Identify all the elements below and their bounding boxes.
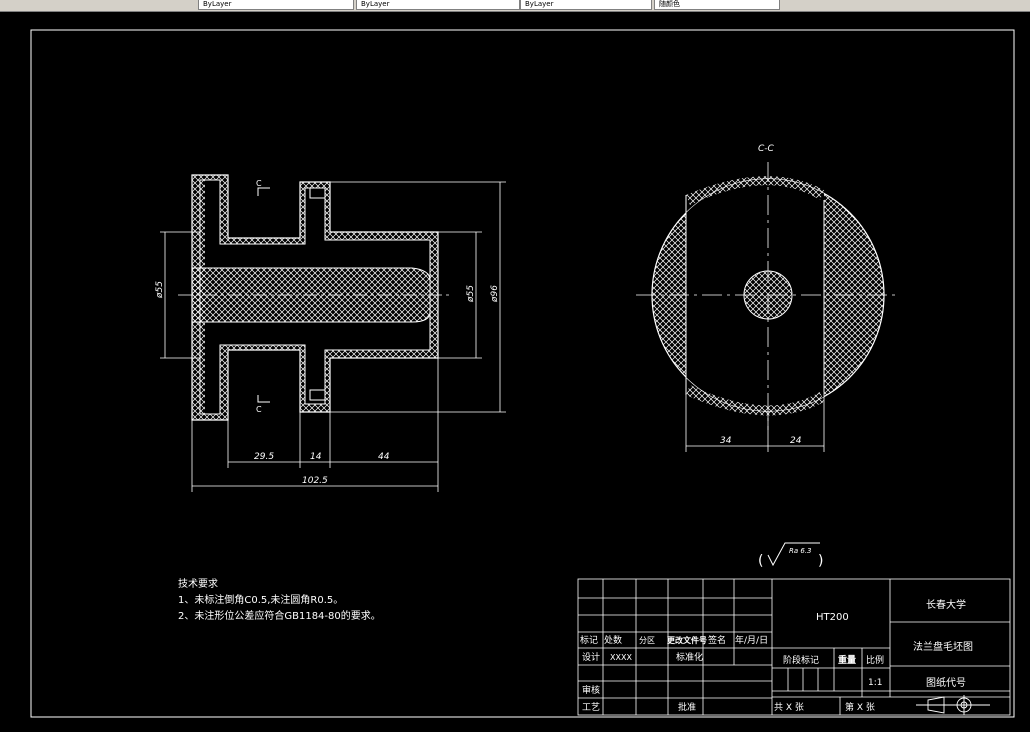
material: HT200 [816, 612, 849, 623]
sheet-no: 第 X 张 [845, 701, 875, 713]
linetype-dropdown[interactable]: ByLayer [356, 0, 520, 10]
dim-d-outer: ø96 [490, 285, 500, 303]
section-c-c-view [636, 162, 900, 430]
dim-right: 24 [790, 436, 802, 446]
tb-sign: 签名 [708, 634, 726, 646]
part-name: 法兰盘毛坯图 [913, 640, 973, 653]
dim-d-inner: ø55 [466, 285, 476, 303]
weight-label: 重量 [838, 654, 856, 666]
tb-date: 年/月/日 [735, 634, 768, 646]
plotstyle-dropdown[interactable]: 随颜色 [654, 0, 780, 10]
notes-line1: 1、未标注倒角C0.5,未注圆角R0.5。 [178, 593, 343, 606]
review-label: 审核 [582, 684, 600, 696]
lineweight-dropdown[interactable]: ByLayer [520, 0, 652, 10]
layer-dropdown[interactable]: ByLayer [198, 0, 354, 10]
section-view-title: C-C [758, 144, 775, 154]
scale-value: 1:1 [868, 678, 882, 688]
scale-label: 比例 [866, 654, 884, 666]
notes-title: 技术要求 [178, 577, 218, 590]
tb-mark: 标记 [580, 634, 598, 646]
standardize-label: 标准化 [676, 651, 703, 663]
process-label: 工艺 [582, 702, 600, 713]
projection-symbol-icon [916, 695, 990, 715]
approve-label: 批准 [678, 701, 696, 713]
notes-line2: 2、未注形位公差应符合GB1184-80的要求。 [178, 609, 381, 622]
sheets-total: 共 X 张 [774, 702, 804, 713]
dim-len-b: 14 [310, 452, 322, 462]
cad-toolbar: ByLayer ByLayer ByLayer 随颜色 [0, 0, 1030, 12]
tb-change-doc: 更改文件号 [667, 635, 707, 645]
dim-len-a: 29.5 [254, 452, 274, 462]
drawing-canvas[interactable]: C C ø55 ø55 ø96 29.5 14 44 102.5 C-C 34 … [0, 12, 1030, 732]
dim-len-c: 44 [378, 452, 390, 462]
section-label-bottom: C [256, 405, 262, 414]
design-value: XXXX [610, 653, 632, 662]
design-label: 设计 [582, 651, 600, 663]
dim-d-left: ø55 [155, 281, 165, 299]
drawing-code-label: 图纸代号 [926, 676, 966, 689]
svg-text:): ) [818, 553, 823, 569]
stage-mark-label: 阶段标记 [783, 654, 819, 666]
roughness-value: Ra 6.3 [789, 547, 812, 555]
svg-text:(: ( [758, 553, 763, 569]
dim-len-total: 102.5 [302, 476, 328, 486]
section-label-top: C [256, 179, 262, 188]
school-name: 长春大学 [926, 598, 966, 611]
dim-left: 34 [720, 436, 732, 446]
front-section-view [178, 174, 450, 421]
tb-count: 处数 [604, 634, 622, 646]
tb-zone: 分区 [639, 636, 655, 645]
